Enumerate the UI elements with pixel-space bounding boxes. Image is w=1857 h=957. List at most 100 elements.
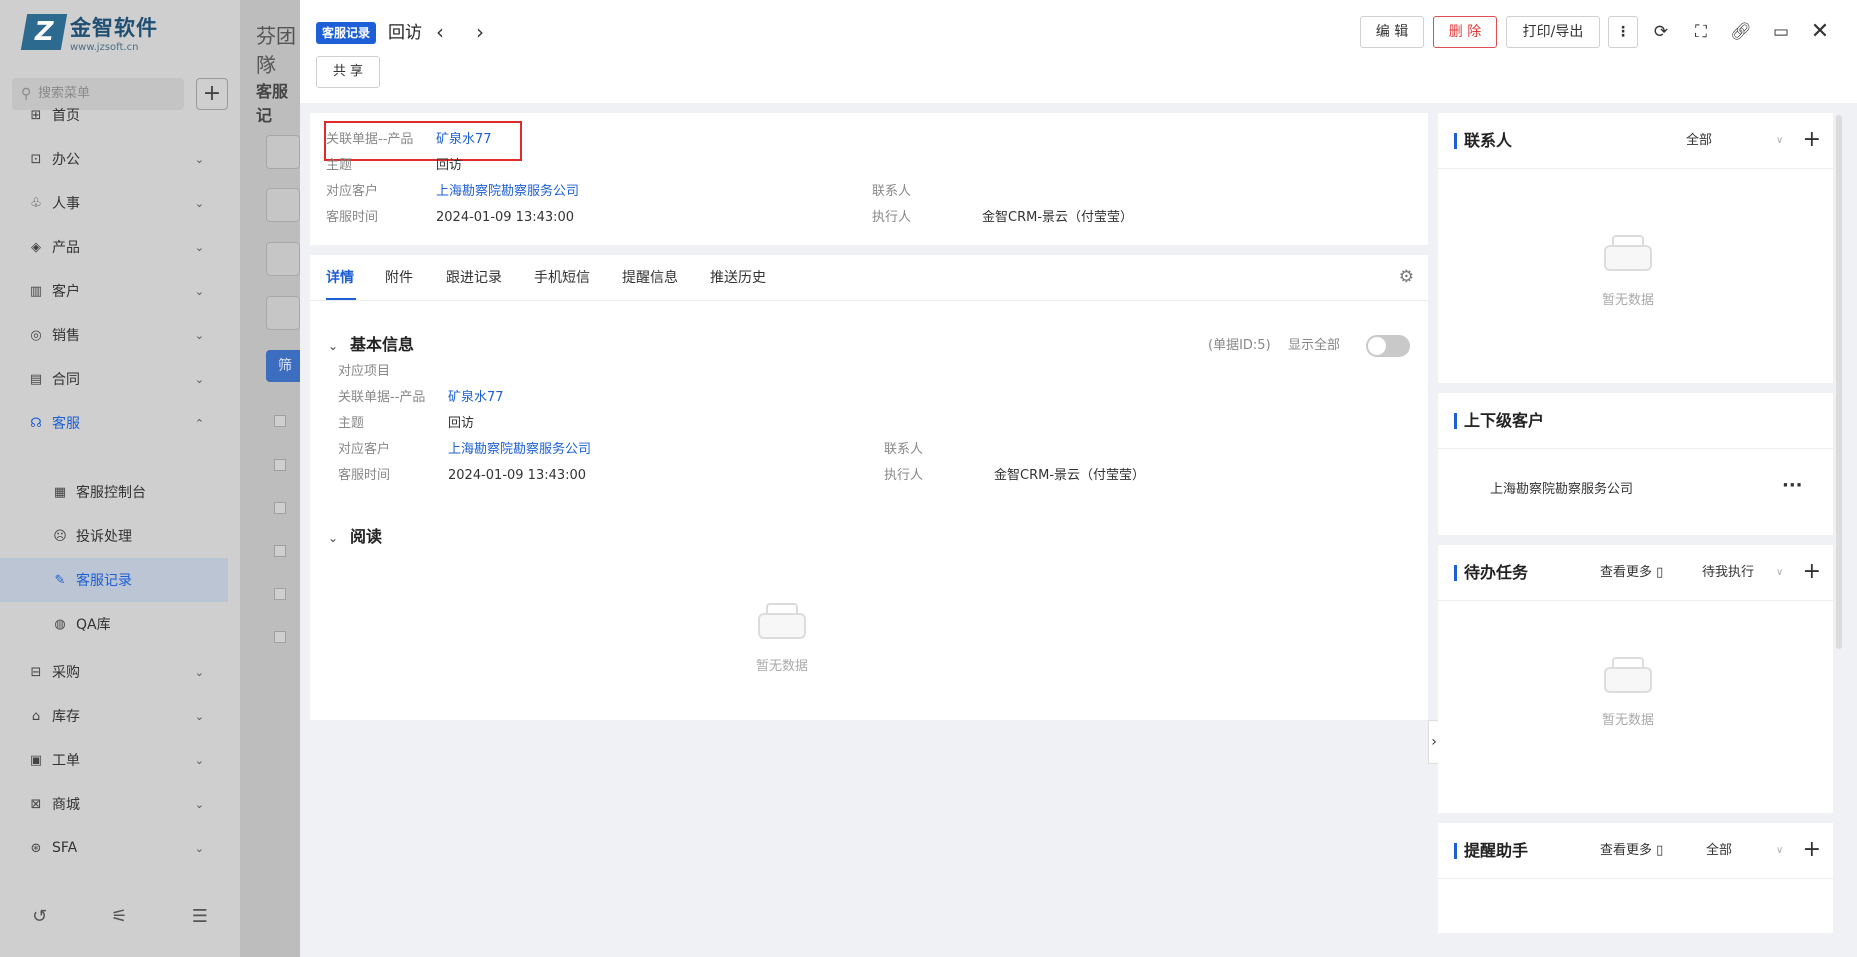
sidebar-item-complaint[interactable]: ☹ 投诉处理 bbox=[0, 514, 228, 558]
underlying-field bbox=[266, 242, 300, 276]
tab-sms[interactable]: 手机短信 bbox=[534, 269, 590, 287]
detail-card: 详情 附件 跟进记录 手机短信 提醒信息 推送历史 ⚙ ⌄ 基本信息 (单据ID… bbox=[310, 255, 1428, 720]
refresh-icon[interactable]: ⟳ bbox=[1647, 18, 1675, 46]
history-icon[interactable]: ↺ bbox=[32, 906, 47, 927]
hierarchy-item[interactable]: 上海勘察院勘察服务公司 bbox=[1490, 481, 1633, 499]
record-icon: ✎ bbox=[54, 572, 66, 588]
reminder-view-more[interactable]: 查看更多 ▯ bbox=[1600, 842, 1663, 860]
sidebar-item-stock[interactable]: ⌂ 库存 ⌄ bbox=[0, 694, 228, 738]
contacts-title: 联系人 bbox=[1464, 131, 1513, 150]
more-horizontal-icon[interactable]: ··· bbox=[1782, 477, 1803, 495]
underlying-checkbox bbox=[274, 502, 286, 514]
customer-link[interactable]: 上海勘察院勘察服务公司 bbox=[436, 183, 579, 201]
sales-icon: ◎ bbox=[30, 327, 42, 343]
chevron-down-icon: ⌄ bbox=[194, 665, 204, 679]
logo: Z 金智软件 www.jzsoft.cn bbox=[20, 12, 158, 53]
sidebar-item-mall[interactable]: ⊠ 商城 ⌄ bbox=[0, 782, 228, 826]
tab-attachments[interactable]: 附件 bbox=[385, 269, 413, 287]
underlying-title: 芬团隊 bbox=[256, 24, 296, 77]
sidebar-item-service-console[interactable]: ▦ 客服控制台 bbox=[0, 470, 228, 514]
drawer-header: 客服记录 回访 ‹ › 共 享 编 辑 删 除 打印/导出 ⋮ ⟳ ⛶ 🔗︎ ▭… bbox=[300, 0, 1857, 103]
previous-record-icon[interactable]: ‹ bbox=[430, 19, 450, 45]
product-icon: ◈ bbox=[31, 239, 41, 255]
sidebar-item-service[interactable]: ☊ 客服 ⌃ bbox=[0, 401, 228, 445]
sidebar-item-office[interactable]: ⊡ 办公 ⌄ bbox=[0, 137, 228, 181]
settings-sliders-icon[interactable]: ⚟ bbox=[111, 906, 127, 927]
logo-url: www.jzsoft.cn bbox=[70, 41, 139, 53]
tab-details[interactable]: 详情 bbox=[326, 269, 354, 287]
chevron-down-icon: ⌄ bbox=[194, 152, 204, 166]
underlying-filter-button: 筛 bbox=[266, 350, 300, 382]
related-doc-link[interactable]: 矿泉水77 bbox=[448, 389, 504, 407]
sidebar-item-sfa[interactable]: ⊛ SFA ⌄ bbox=[0, 826, 228, 870]
subject-value: 回访 bbox=[436, 158, 463, 173]
customer-label: 对应客户 bbox=[338, 442, 391, 457]
executor-value: 金智CRM-景云（付莹莹） bbox=[994, 468, 1146, 483]
underlying-checkbox bbox=[274, 545, 286, 557]
sidebar-item-hr[interactable]: ♧ 人事 ⌄ bbox=[0, 181, 228, 225]
chevron-up-icon: ⌃ bbox=[194, 416, 204, 430]
mall-icon: ⊠ bbox=[30, 796, 42, 812]
link-icon[interactable]: 🔗︎ bbox=[1727, 18, 1755, 46]
todo-view-more[interactable]: 查看更多 ▯ bbox=[1600, 564, 1663, 582]
tab-push-history[interactable]: 推送历史 bbox=[710, 269, 766, 287]
customer-label: 对应客户 bbox=[326, 184, 379, 199]
contract-icon: ▤ bbox=[29, 371, 43, 387]
record-type-tag: 客服记录 bbox=[316, 22, 377, 44]
empty-text: 暂无数据 bbox=[1602, 293, 1655, 308]
next-record-icon[interactable]: › bbox=[470, 19, 490, 45]
sidebar-item-product[interactable]: ◈ 产品 ⌄ bbox=[0, 225, 228, 269]
sidebar-item-purchase[interactable]: ⊟ 采购 ⌄ bbox=[0, 650, 228, 694]
collapse-menu-icon[interactable]: ☰ bbox=[192, 906, 208, 927]
laptop-icon[interactable]: ▭ bbox=[1767, 18, 1795, 46]
tab-followup[interactable]: 跟进记录 bbox=[446, 269, 502, 287]
customer-link[interactable]: 上海勘察院勘察服务公司 bbox=[448, 441, 591, 459]
chevron-down-icon[interactable]: ⌄ bbox=[328, 531, 338, 545]
more-vertical-icon[interactable]: ⋮ bbox=[1608, 16, 1638, 48]
gear-icon[interactable]: ⚙ bbox=[1399, 267, 1414, 287]
add-reminder-icon[interactable]: + bbox=[1803, 837, 1821, 863]
book-icon: ▯ bbox=[1656, 565, 1664, 580]
chevron-down-icon: ⌄ bbox=[194, 709, 204, 723]
subject-value: 回访 bbox=[448, 416, 475, 431]
empty-inbox-icon bbox=[758, 603, 806, 639]
sidebar-item-customer[interactable]: ▥ 客户 ⌄ bbox=[0, 269, 228, 313]
underlying-checkbox bbox=[274, 459, 286, 471]
sidebar-footer: ↺ ⚟ ☰ bbox=[0, 890, 240, 942]
chevron-down-icon[interactable]: ⌄ bbox=[328, 339, 338, 353]
close-icon[interactable]: ✕ bbox=[1806, 18, 1834, 46]
executor-label: 执行人 bbox=[884, 468, 924, 483]
related-doc-link[interactable]: 矿泉水77 bbox=[436, 131, 492, 149]
underlying-checkbox bbox=[274, 588, 286, 600]
add-task-icon[interactable]: + bbox=[1803, 559, 1821, 585]
add-contact-icon[interactable]: + bbox=[1803, 127, 1821, 153]
workorder-icon: ▣ bbox=[29, 752, 43, 768]
reminder-filter-select[interactable]: 全部 ∨ bbox=[1706, 842, 1783, 860]
basic-info-title[interactable]: 基本信息 bbox=[350, 335, 414, 355]
book-icon: ▯ bbox=[1656, 843, 1664, 858]
chevron-down-icon: ⌄ bbox=[194, 797, 204, 811]
empty-inbox-icon bbox=[1604, 657, 1652, 693]
read-section-title[interactable]: 阅读 bbox=[350, 527, 382, 547]
sidebar: Z 金智软件 www.jzsoft.cn ⚲ 搜索菜单 + ⊞ 首页 ⊡ 办公 ⌄ ♧… bbox=[0, 0, 240, 957]
sidebar-item-workorder[interactable]: ▣ 工单 ⌄ bbox=[0, 738, 228, 782]
project-label: 对应项目 bbox=[338, 364, 391, 379]
contacts-filter-select[interactable]: 全部 ∨ bbox=[1686, 132, 1783, 150]
scrollbar-thumb[interactable] bbox=[1836, 115, 1842, 649]
show-all-toggle[interactable] bbox=[1366, 335, 1410, 357]
sidebar-item-service-record[interactable]: ✎ 客服记录 bbox=[0, 558, 228, 602]
todo-filter-select[interactable]: 待我执行 ∨ bbox=[1702, 564, 1783, 582]
share-button[interactable]: 共 享 bbox=[316, 56, 380, 88]
chevron-down-icon: ⌄ bbox=[194, 372, 204, 386]
sidebar-item-qa[interactable]: ◍ QA库 bbox=[0, 602, 228, 646]
logo-name: 金智软件 bbox=[70, 15, 158, 40]
tab-reminders[interactable]: 提醒信息 bbox=[622, 269, 678, 287]
complaint-icon: ☹ bbox=[53, 528, 67, 544]
print-export-button[interactable]: 打印/导出 bbox=[1506, 16, 1600, 48]
delete-button[interactable]: 删 除 bbox=[1433, 16, 1497, 48]
sidebar-item-sales[interactable]: ◎ 销售 ⌄ bbox=[0, 313, 228, 357]
sidebar-item-home[interactable]: ⊞ 首页 bbox=[0, 93, 228, 137]
edit-button[interactable]: 编 辑 bbox=[1360, 16, 1424, 48]
sidebar-item-contract[interactable]: ▤ 合同 ⌄ bbox=[0, 357, 228, 401]
fullscreen-icon[interactable]: ⛶ bbox=[1687, 18, 1715, 46]
